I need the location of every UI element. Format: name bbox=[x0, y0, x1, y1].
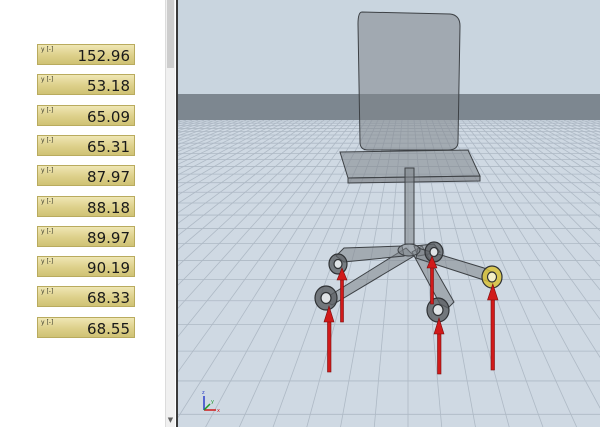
y-readout-3: y [-] 65.09 bbox=[37, 104, 135, 126]
readout-value: 68.55 bbox=[87, 319, 130, 338]
scroll-down-arrow-icon[interactable]: ▼ bbox=[167, 415, 174, 425]
readout-label: y [-] bbox=[41, 46, 54, 53]
readout-label: y [-] bbox=[41, 318, 54, 326]
y-readout-8: y [-] 90.19 bbox=[37, 256, 135, 278]
readout-value: 88.18 bbox=[87, 198, 130, 217]
y-readout-6: y [-] 88.18 bbox=[37, 195, 135, 217]
readout-label: y [-] bbox=[41, 227, 54, 235]
readout-label: y [-] bbox=[41, 258, 54, 266]
readout-value: 90.19 bbox=[87, 259, 130, 278]
axis-z-label: z bbox=[202, 390, 205, 396]
scrollbar-thumb[interactable] bbox=[167, 0, 174, 68]
readout-panel: y [-] 152.96 y [-] 53.18 y [-] 65.09 y [-] 65.3… bbox=[0, 0, 165, 427]
3d-viewport[interactable]: z x y bbox=[176, 0, 600, 427]
base-hub[interactable] bbox=[397, 243, 421, 257]
readout-value: 53.18 bbox=[87, 77, 130, 96]
readout-label: y [-] bbox=[41, 106, 54, 114]
readout-label: y [-] bbox=[41, 288, 54, 296]
caster-front-left[interactable] bbox=[314, 285, 338, 311]
readout-value: 89.97 bbox=[87, 228, 130, 247]
readout-value: 65.31 bbox=[87, 137, 130, 156]
y-readout-5: y [-] 87.97 bbox=[37, 165, 135, 187]
panel-scrollbar[interactable]: ▼ bbox=[165, 0, 175, 427]
y-readout-1: y [-] 152.96 bbox=[37, 44, 135, 65]
y-readout-2: y [-] 53.18 bbox=[37, 74, 135, 96]
scene-canvas[interactable]: z x y bbox=[178, 0, 600, 427]
y-readout-7: y [-] 89.97 bbox=[37, 225, 135, 247]
readout-value: 152.96 bbox=[77, 47, 131, 65]
readout-value: 65.09 bbox=[87, 107, 130, 126]
readout-label: y [-] bbox=[41, 167, 54, 175]
caster-right-selected[interactable] bbox=[481, 265, 503, 289]
readout-label: y [-] bbox=[41, 76, 54, 84]
caster-rear-right[interactable] bbox=[424, 241, 444, 263]
chair-backrest[interactable] bbox=[357, 11, 461, 151]
readout-value: 87.97 bbox=[87, 168, 130, 187]
chair-gas-column[interactable] bbox=[404, 167, 415, 245]
axis-y-label: y bbox=[211, 399, 214, 405]
y-readout-10: y [-] 68.55 bbox=[37, 316, 135, 338]
readout-label: y [-] bbox=[41, 197, 54, 205]
readout-label: y [-] bbox=[41, 136, 54, 144]
y-readout-4: y [-] 65.31 bbox=[37, 134, 135, 156]
caster-rear-left[interactable] bbox=[328, 253, 348, 275]
axis-x-label: x bbox=[217, 408, 220, 414]
y-readout-9: y [-] 68.33 bbox=[37, 286, 135, 308]
readout-value: 68.33 bbox=[87, 289, 130, 308]
